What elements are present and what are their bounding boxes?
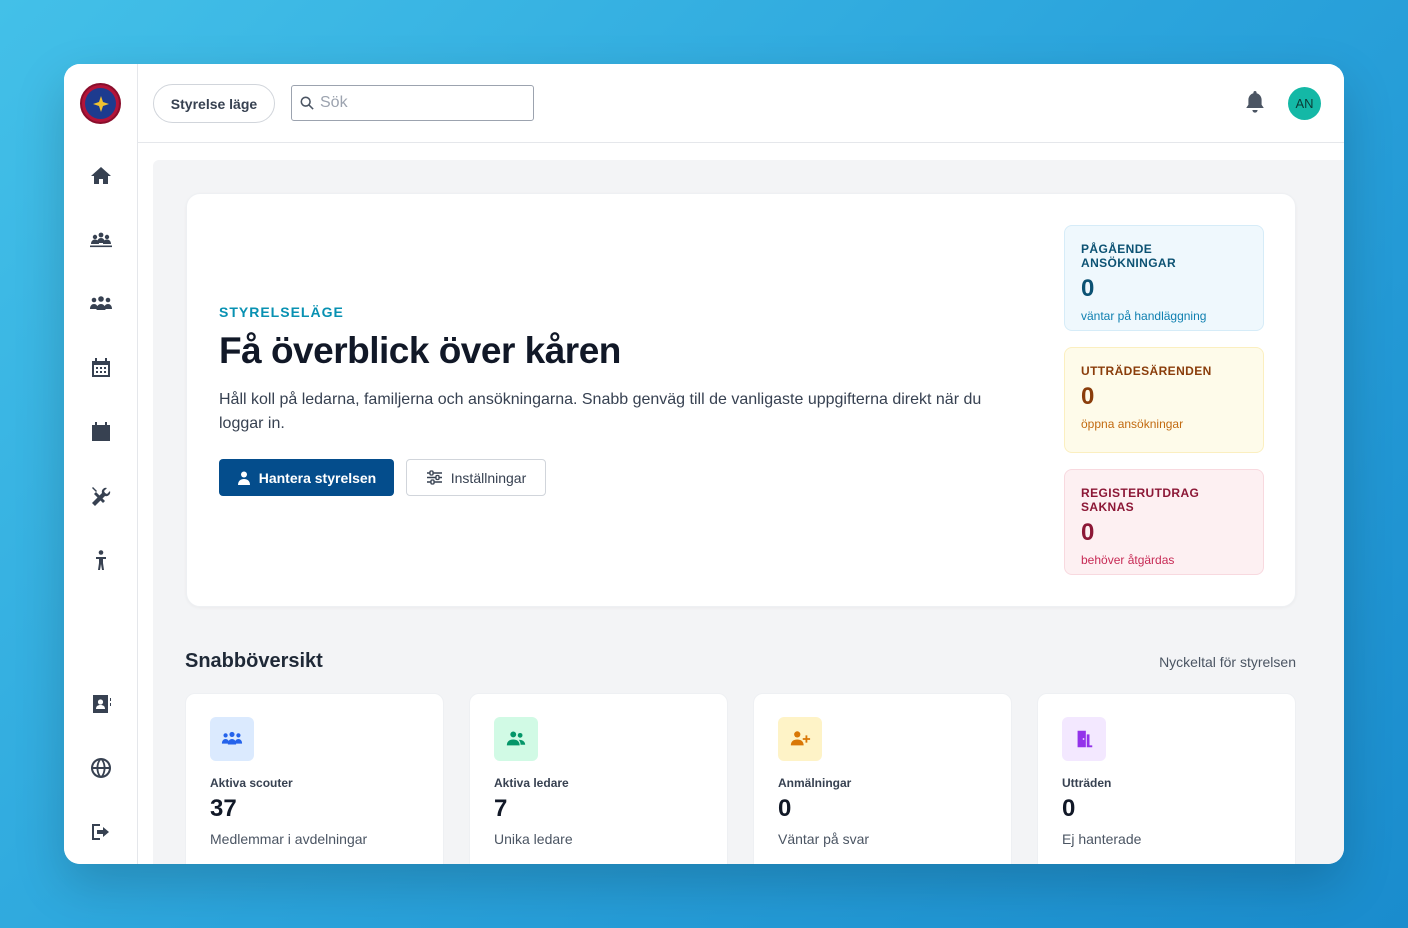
card-label: Utträden — [1062, 776, 1112, 790]
stat-value: 0 — [1081, 519, 1095, 546]
card-sub: Ej hanterade — [1062, 831, 1142, 847]
card-active-scouts[interactable]: Aktiva scouter 37 Medlemmar i avdelninga… — [185, 693, 444, 864]
page-title: Få överblick över kåren — [219, 330, 621, 371]
stat-sub: väntar på handläggning — [1081, 309, 1207, 323]
hero-panel: STYRELSELÄGE Få överblick över kåren Hål… — [186, 193, 1296, 607]
card-label: Aktiva scouter — [210, 776, 293, 790]
stat-value: 0 — [1081, 275, 1095, 302]
stat-label: REGISTERUTDRAG SAKNAS — [1081, 486, 1200, 514]
stat-resignation-cases[interactable]: UTTRÄDESÄRENDEN 0 öppna ansökningar — [1064, 347, 1264, 453]
members-icon[interactable] — [87, 290, 115, 318]
manage-board-label: Hantera styrelsen — [258, 469, 377, 486]
globe-icon[interactable] — [87, 754, 115, 782]
search-input[interactable] — [320, 94, 520, 112]
card-value: 0 — [1062, 795, 1076, 822]
board-mode-button[interactable]: Styrelse läge — [153, 84, 275, 123]
stat-label: PÅGÅENDE ANSÖKNINGAR — [1081, 242, 1177, 270]
card-value: 0 — [778, 795, 792, 822]
child-icon[interactable] — [87, 546, 115, 574]
user-plus-icon — [778, 717, 822, 761]
card-sub: Unika ledare — [494, 831, 573, 847]
card-sub: Väntar på svar — [778, 831, 870, 847]
overview-title: Snabböversikt — [185, 650, 323, 672]
card-sub: Medlemmar i avdelningar — [210, 831, 368, 847]
logo[interactable] — [80, 83, 121, 124]
sidebar — [64, 64, 138, 864]
calendar-icon[interactable] — [87, 418, 115, 446]
groups-icon[interactable] — [87, 226, 115, 254]
stat-sub: öppna ansökningar — [1081, 417, 1184, 431]
card-label: Aktiva ledare — [494, 776, 569, 790]
sliders-icon — [426, 470, 442, 485]
tools-icon[interactable] — [87, 482, 115, 510]
stat-label: UTTRÄDESÄRENDEN — [1081, 364, 1212, 378]
user-tie-icon — [237, 471, 250, 485]
card-active-leaders[interactable]: Aktiva ledare 7 Unika ledare — [469, 693, 728, 864]
top-bar: Styrelse läge AN — [138, 64, 1344, 143]
door-exit-icon — [1062, 717, 1106, 761]
home-icon[interactable] — [87, 162, 115, 190]
overview-subtitle: Nyckeltal för styrelsen — [1159, 654, 1296, 670]
stat-missing-records[interactable]: REGISTERUTDRAG SAKNAS 0 behöver åtgärdas — [1064, 469, 1264, 575]
stat-pending-applications[interactable]: PÅGÅENDE ANSÖKNINGAR 0 väntar på handläg… — [1064, 225, 1264, 331]
card-value: 7 — [494, 795, 508, 822]
main-content: STYRELSELÄGE Få överblick över kåren Hål… — [153, 160, 1344, 864]
leaders-icon — [494, 717, 538, 761]
contact-book-icon[interactable] — [87, 690, 115, 718]
stat-sub: behöver åtgärdas — [1081, 553, 1175, 567]
settings-label: Inställningar — [450, 469, 527, 486]
card-resignations[interactable]: Utträden 0 Ej hanterade — [1037, 693, 1296, 864]
app-window: Styrelse läge AN STYRELSELÄGE Få överbli… — [64, 64, 1344, 864]
search-box[interactable] — [291, 85, 534, 121]
hero-eyebrow: STYRELSELÄGE — [219, 304, 344, 320]
manage-board-button[interactable]: Hantera styrelsen — [219, 459, 394, 496]
scouts-icon — [210, 717, 254, 761]
logo-emblem-icon — [85, 88, 116, 119]
card-label: Anmälningar — [778, 776, 852, 790]
search-icon — [300, 96, 314, 110]
card-registrations[interactable]: Anmälningar 0 Väntar på svar — [753, 693, 1012, 864]
stat-value: 0 — [1081, 383, 1095, 410]
settings-button[interactable]: Inställningar — [406, 459, 546, 496]
calendar-grid-icon[interactable] — [87, 354, 115, 382]
logout-icon[interactable] — [87, 818, 115, 846]
bell-icon[interactable] — [1244, 90, 1266, 114]
card-value: 37 — [210, 795, 237, 822]
hero-description: Håll koll på ledarna, familjerna och ans… — [219, 391, 982, 432]
avatar[interactable]: AN — [1288, 87, 1321, 120]
